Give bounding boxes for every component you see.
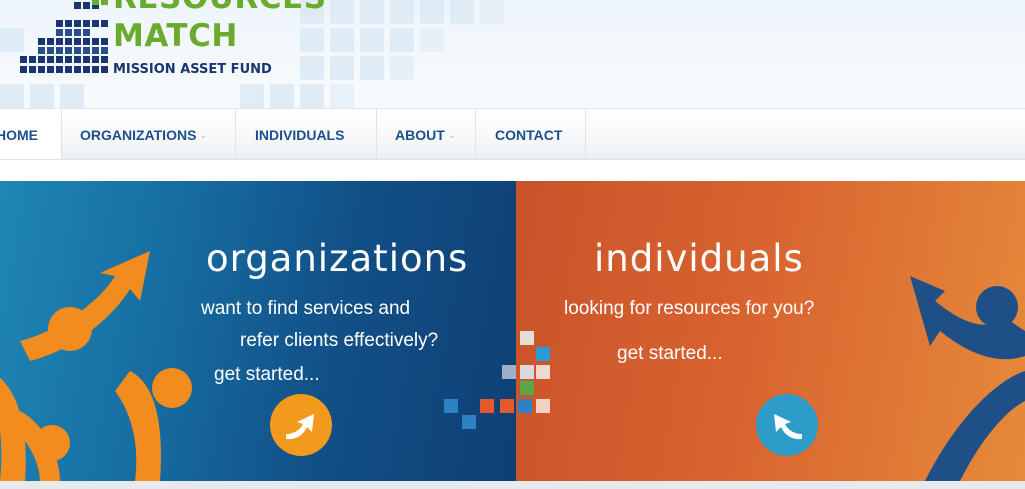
organizations-panel[interactable]: organizations want to find services and … [0, 181, 516, 481]
bottom-bar [0, 481, 1025, 489]
resources-match-logo[interactable]: RESOURCES MATCH MISSION ASSET FUND [0, 0, 330, 108]
nav-item-organizations[interactable]: ORGANIZATIONS - [62, 109, 236, 159]
connector-tile-pattern [444, 331, 550, 429]
nav-item-contact-label: CONTACT [495, 127, 563, 143]
individuals-text-line1: looking for resources for you? [564, 298, 815, 319]
organizations-get-started-link[interactable]: get started... [214, 364, 320, 386]
nav-item-organizations-label: ORGANIZATIONS [80, 127, 197, 143]
logo-title-resources: RESOURCES [113, 0, 327, 16]
nav-item-about[interactable]: ABOUT - [377, 109, 476, 159]
people-figures-icon [0, 251, 192, 481]
individuals-title: individuals [594, 237, 804, 280]
main-navigation: HOME ORGANIZATIONS - INDIVIDUALS ABOUT - C… [0, 108, 1025, 160]
nav-item-about-label: ABOUT [395, 127, 445, 143]
organizations-text-line2: refer clients effectively? [240, 330, 439, 351]
individuals-go-button[interactable] [756, 394, 818, 456]
site-header: RESOURCES MATCH MISSION ASSET FUND [0, 0, 1025, 108]
individuals-get-started-link[interactable]: get started... [617, 343, 723, 365]
organizations-go-button[interactable] [270, 394, 332, 456]
nav-item-individuals[interactable]: INDIVIDUALS [236, 109, 377, 159]
logo-title-match: MATCH [113, 18, 238, 54]
individuals-panel[interactable]: individuals looking for resources for yo… [516, 181, 1025, 481]
nav-item-home[interactable]: HOME [0, 109, 62, 159]
nav-item-home-label: HOME [0, 127, 38, 143]
dropdown-icon: - [449, 129, 454, 143]
arrow-back-icon [774, 414, 802, 440]
logo-subtitle: MISSION ASSET FUND [113, 62, 272, 77]
dropdown-icon: - [201, 129, 206, 143]
nav-item-contact[interactable]: CONTACT [476, 109, 586, 159]
organizations-title: organizations [206, 237, 469, 280]
organizations-text-line1: want to find services and [201, 298, 411, 319]
hero-banner: organizations want to find services and … [0, 181, 1025, 481]
person-figure-icon [910, 276, 1025, 481]
nav-item-individuals-label: INDIVIDUALS [255, 127, 345, 143]
logo-grid-icon [20, 0, 108, 73]
banner-spacer [0, 160, 1025, 181]
arrow-up-right-icon [286, 414, 314, 440]
